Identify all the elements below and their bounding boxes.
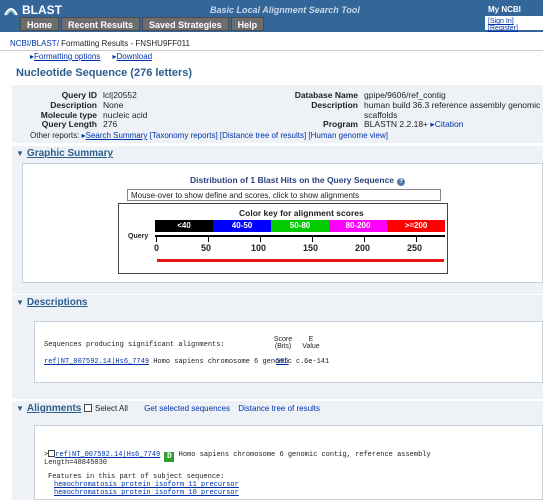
distance-tree-results-link[interactable]: Distance tree of results — [238, 404, 320, 413]
query-axis-line — [155, 235, 445, 237]
tab-saved-strategies[interactable]: Saved Strategies — [142, 17, 229, 31]
blast-logo-icon — [4, 8, 18, 16]
hit-bar[interactable] — [157, 259, 444, 262]
collapse-triangle-icon: ▼ — [16, 404, 24, 413]
tick-mark — [312, 237, 313, 242]
tick-mark — [416, 237, 417, 242]
help-icon[interactable]: ? — [397, 178, 406, 186]
descriptions-box — [34, 321, 543, 383]
description-row: Description None — [50, 100, 124, 110]
search-summary-link[interactable]: ▸Search Summary — [82, 131, 148, 140]
tick-label: 150 — [303, 243, 319, 253]
get-selected-sequences-link[interactable]: Get selected sequences — [144, 404, 230, 413]
query-id-row: Query ID lcl|20552 — [61, 90, 137, 100]
top-header: BLAST Basic Local Alignment Search Tool … — [0, 0, 543, 32]
human-genome-view-link[interactable]: [Human genome view] — [308, 131, 388, 140]
collapse-triangle-icon: ▼ — [16, 298, 24, 307]
app-subtitle: Basic Local Alignment Search Tool — [210, 5, 360, 15]
table-row: ref|NT_007592.14|Hs6_7749 Homo sapiens c… — [44, 358, 313, 366]
top-links: ▸Formatting options ▸Download — [30, 52, 162, 61]
myncbi-box: My NCBI [Sign In] [Register] — [484, 3, 543, 32]
score-link[interactable]: 505 — [276, 358, 289, 366]
features-label: Features in this part of subject sequenc… — [48, 473, 225, 481]
database-name-row: Database Name gpipe/9606/ref_contig — [294, 90, 446, 100]
alignments-heading[interactable]: ▼ Alignments — [16, 403, 81, 414]
main-nav: Home Recent Results Saved Strategies Hel… — [20, 17, 265, 31]
hit-id-link[interactable]: ref|NT_007592.14|Hs6_7749 — [44, 358, 149, 366]
tab-help[interactable]: Help — [230, 17, 265, 31]
other-reports: Other reports: ▸Search Summary [Taxonomy… — [30, 131, 388, 140]
breadcrumb-ncbi[interactable]: NCBI/ — [10, 39, 31, 48]
app-title: BLAST — [22, 3, 62, 17]
mouseover-info-field: Mouse-over to show define and scores, cl… — [127, 189, 441, 201]
taxonomy-reports-link[interactable]: [Taxonomy reports] — [150, 131, 218, 140]
tab-recent-results[interactable]: Recent Results — [61, 17, 141, 31]
formatting-options-link[interactable]: ▸Formatting options — [30, 52, 100, 61]
alignments-toolbar: Select All Get selected sequences Distan… — [84, 404, 320, 413]
query-axis-label: Query — [128, 233, 149, 240]
tick-mark — [260, 237, 261, 242]
color-key-title: Color key for alignment scores — [239, 208, 364, 218]
tick-label: 0 — [154, 243, 160, 253]
score-header: Score (Bits) — [273, 336, 293, 350]
key-50-80: 50-80 — [271, 220, 329, 232]
select-all-control[interactable]: Select All — [84, 404, 128, 413]
key-40-50: 40-50 — [213, 220, 271, 232]
citation-link[interactable]: ▸Citation — [430, 119, 463, 129]
myncbi-title: My NCBI — [485, 4, 543, 16]
graphic-summary-heading[interactable]: ▼ Graphic Summary — [16, 148, 113, 159]
alignment-hit-link[interactable]: ref|NT_007592.14|Hs6_7749 — [55, 451, 160, 459]
tab-home[interactable]: Home — [20, 17, 60, 31]
key-lt40: <40 — [155, 220, 213, 232]
descriptions-intro: Sequences producing significant alignmen… — [44, 341, 225, 349]
tick-mark — [156, 237, 157, 242]
hit-description: Homo sapiens chromosome 6 genomic c... — [153, 358, 313, 366]
alignment-graphic[interactable]: Color key for alignment scores <40 40-50… — [118, 203, 448, 274]
collapse-triangle-icon: ▼ — [16, 149, 24, 158]
alignment-hit-description: Homo sapiens chromosome 6 genomic contig… — [178, 451, 431, 459]
tick-label: 250 — [407, 243, 423, 253]
tick-label: 100 — [251, 243, 267, 253]
key-80-200: 80-200 — [329, 220, 387, 232]
evalue-cell: 6e-141 — [304, 358, 330, 366]
select-all-checkbox[interactable] — [84, 404, 92, 412]
distance-tree-link[interactable]: [Distance tree of results] — [220, 131, 306, 140]
db-description-row: Description human build 36.3 reference as… — [311, 100, 541, 110]
program-row: Program BLASTN 2.2.18+ ▸Citation — [323, 119, 464, 129]
feature-link[interactable]: hemochromatosis protein isoform 10 precu… — [54, 489, 239, 497]
tick-label: 50 — [201, 243, 212, 253]
descriptions-heading[interactable]: ▼ Descriptions — [16, 297, 88, 308]
tick-label: 200 — [355, 243, 371, 253]
key-gte200: >=200 — [387, 220, 445, 232]
sign-in-link[interactable]: [Sign In] — [488, 18, 514, 25]
feature-link[interactable]: hemochromatosis protein isoform 11 precu… — [54, 481, 239, 489]
download-link[interactable]: ▸Download — [113, 52, 153, 61]
tick-mark — [364, 237, 365, 242]
breadcrumb: NCBI/BLAST/ Formatting Results - FNSHU9F… — [0, 37, 543, 51]
query-length-row: Query Length 276 — [41, 119, 118, 129]
subject-length: Length=48845030 — [44, 459, 108, 467]
tick-mark — [208, 237, 209, 242]
register-link[interactable]: [Register] — [488, 25, 518, 32]
graphic-title: Distribution of 1 Blast Hits on the Quer… — [190, 175, 406, 186]
breadcrumb-current: Formatting Results - FNSHU9FF011 — [58, 39, 190, 48]
page-title: Nucleotide Sequence (276 letters) — [16, 67, 193, 79]
download-badge-icon[interactable]: D — [164, 452, 175, 462]
evalue-header: E Value — [302, 336, 320, 350]
breadcrumb-blast[interactable]: BLAST/ — [31, 39, 59, 48]
